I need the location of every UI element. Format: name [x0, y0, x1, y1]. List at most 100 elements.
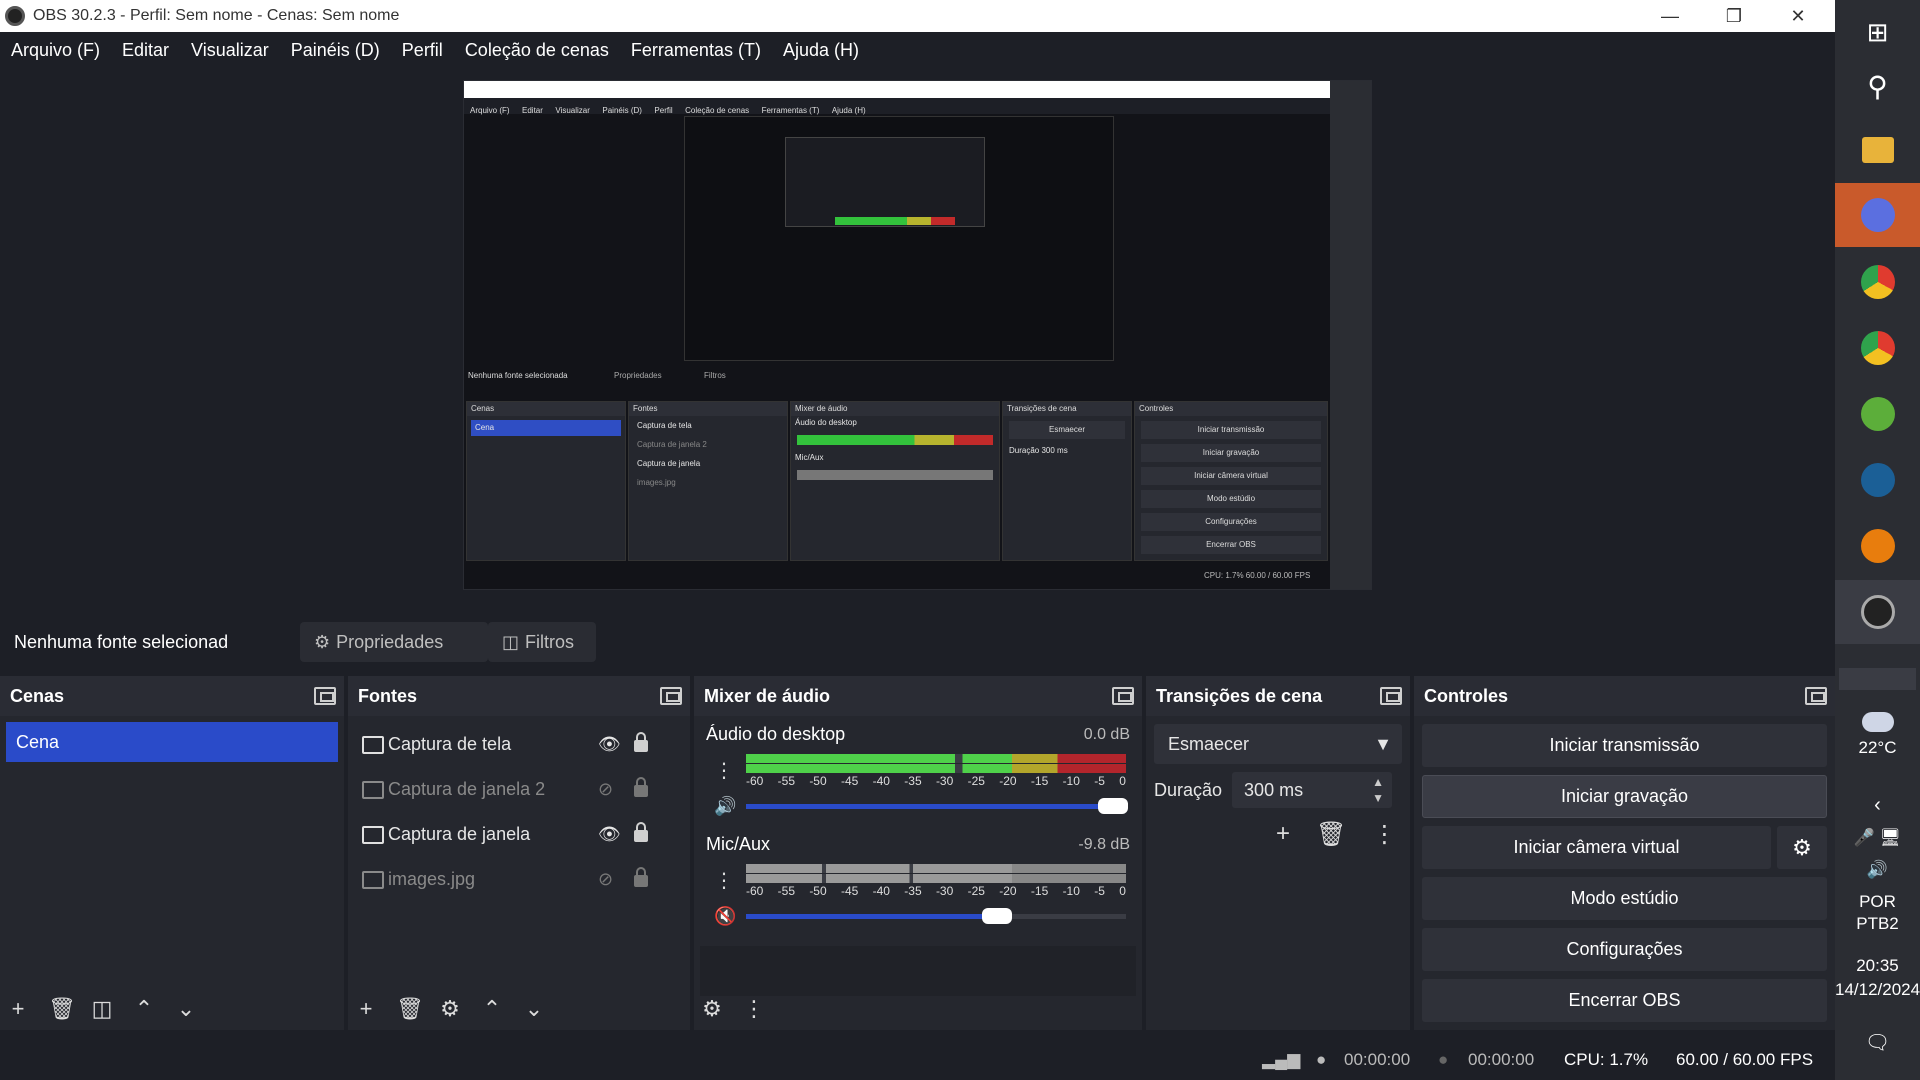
duration-spinbox[interactable]: 300 ms ▲ ▼ [1232, 772, 1393, 808]
eye-icon[interactable]: 👁 [598, 734, 621, 755]
utorrent-icon[interactable] [1835, 382, 1920, 446]
kebab-menu-icon[interactable]: ⋮ [714, 758, 734, 783]
menu-help[interactable]: Ajuda (H) [772, 40, 870, 61]
minimize-button[interactable]: — [1638, 0, 1702, 32]
preview-mini-sources-header: Fontes [629, 402, 787, 416]
preview-mini-transitions-dock: Transições de cena Esmaecer Duração 300 … [1002, 401, 1132, 561]
volume-icon[interactable]: 🔊 [1835, 860, 1920, 880]
source-item[interactable]: images.jpg ⊘ [348, 857, 690, 902]
menu-scene-collection[interactable]: Coleção de cenas [454, 40, 620, 61]
exit-button[interactable]: Encerrar OBS [1422, 979, 1827, 1022]
lock-icon[interactable] [634, 822, 648, 842]
kebab-menu-icon[interactable]: ⋮ [714, 868, 734, 893]
mixer-channel-mic: Mic/Aux -9.8 dB ⋮ -60 -55 -50 -45 -40 -3… [694, 826, 1142, 936]
lock-icon[interactable] [634, 777, 648, 797]
advanced-audio-gear-icon[interactable]: ⚙ [700, 996, 724, 1022]
chevron-left-icon[interactable]: ‹ [1835, 794, 1920, 817]
transitions-title: Transições de cena [1156, 685, 1323, 706]
trash-icon[interactable]: 🗑 [48, 996, 76, 1022]
source-item[interactable]: Captura de janela 2 ⊘ [348, 767, 690, 812]
preview-mini-source: images.jpg [637, 478, 676, 487]
chrome-profile-icon[interactable] [1835, 250, 1920, 314]
speaker-muted-icon[interactable]: 🔇 [714, 906, 736, 927]
taskbar-scroll[interactable] [1839, 668, 1916, 690]
window-icon [362, 825, 384, 844]
chevron-up-icon[interactable]: ⌃ [132, 996, 156, 1022]
steam-icon[interactable] [1835, 448, 1920, 512]
kebab-menu-icon[interactable]: ⋮ [742, 996, 766, 1022]
add-icon[interactable]: + [354, 996, 378, 1022]
restore-button[interactable]: ❐ [1702, 0, 1766, 32]
window-title: OBS 30.2.3 - Perfil: Sem nome - Cenas: S… [33, 7, 400, 24]
language-line1[interactable]: POR [1835, 892, 1920, 912]
gear-icon[interactable]: ⚙ [438, 996, 462, 1022]
source-info-bar [0, 620, 1835, 664]
start-virtual-camera-button[interactable]: Iniciar câmera virtual [1422, 826, 1771, 869]
menu-edit[interactable]: Editar [111, 40, 180, 61]
lock-icon[interactable] [634, 732, 648, 752]
meter-tick: -25 [967, 774, 985, 788]
slider-knob[interactable] [1098, 798, 1128, 814]
menu-file[interactable]: Arquivo (F) [0, 40, 111, 61]
add-icon[interactable]: + [1276, 820, 1290, 849]
undock-icon[interactable] [314, 687, 336, 705]
volume-slider[interactable] [746, 908, 1126, 924]
undock-icon[interactable] [1112, 687, 1134, 705]
preview-mini-menu-item: Arquivo (F) [470, 106, 510, 115]
search-icon[interactable]: ⚲ [1835, 54, 1920, 118]
eye-icon[interactable]: 👁 [598, 824, 621, 845]
blender-icon[interactable] [1835, 514, 1920, 578]
virtual-camera-gear-icon[interactable]: ⚙ [1777, 826, 1827, 869]
source-item[interactable]: Captura de tela 👁 [348, 722, 690, 767]
spin-arrows-icon[interactable]: ▲ ▼ [1372, 774, 1384, 806]
undock-icon[interactable] [660, 687, 682, 705]
tray-icons[interactable]: 🎤 🖥 [1835, 828, 1920, 848]
language-line2[interactable]: PTB2 [1835, 914, 1920, 934]
volume-slider[interactable] [746, 798, 1128, 814]
file-explorer-icon[interactable] [1835, 118, 1920, 182]
trash-icon[interactable]: 🗑 [1316, 820, 1346, 849]
clock-date[interactable]: 14/12/2024 [1835, 980, 1920, 1000]
menu-docks[interactable]: Painéis (D) [280, 40, 391, 61]
undock-icon[interactable] [1380, 687, 1402, 705]
close-button[interactable]: ✕ [1766, 0, 1830, 32]
chrome-icon-2[interactable] [1835, 316, 1920, 380]
undock-icon[interactable] [1805, 687, 1827, 705]
start-streaming-button[interactable]: Iniciar transmissão [1422, 724, 1827, 767]
app-pinned-active-icon[interactable] [1835, 183, 1920, 247]
kebab-menu-icon[interactable]: ⋮ [1372, 820, 1396, 849]
chevron-up-icon[interactable]: ⌃ [480, 996, 504, 1022]
preview-canvas[interactable]: Arquivo (F) Editar Visualizar Painéis (D… [463, 80, 1372, 590]
notification-icon[interactable]: 🗨 [1835, 1030, 1920, 1055]
meter-tick: -25 [967, 884, 985, 898]
settings-button[interactable]: Configurações [1422, 928, 1827, 971]
chevron-down-icon[interactable]: ⌄ [174, 996, 198, 1022]
add-icon[interactable]: + [6, 996, 30, 1022]
scene-item-cena[interactable]: Cena [6, 722, 338, 762]
sources-dock: Fontes Captura de tela 👁 Captura de jane… [348, 676, 692, 1030]
eye-hidden-icon[interactable]: ⊘ [598, 869, 613, 890]
filters-button[interactable]: ◫ Filtros [488, 622, 596, 662]
filter-icon[interactable]: ◫ [90, 996, 114, 1022]
chrome-icon [1860, 331, 1895, 365]
speaker-icon[interactable]: 🔊 [714, 796, 736, 817]
controls-dock-header: Controles [1414, 676, 1835, 716]
source-item[interactable]: Captura de janela 👁 [348, 812, 690, 857]
start-recording-button[interactable]: Iniciar gravação [1422, 775, 1827, 818]
slider-knob[interactable] [982, 908, 1012, 924]
lock-icon[interactable] [634, 867, 648, 887]
trash-icon[interactable]: 🗑 [396, 996, 424, 1022]
properties-button[interactable]: ⚙ Propriedades [300, 622, 488, 662]
transition-select[interactable]: Esmaecer ▼ [1154, 724, 1402, 764]
clock-time[interactable]: 20:35 [1835, 956, 1920, 976]
eye-hidden-icon[interactable]: ⊘ [598, 779, 613, 800]
studio-mode-button[interactable]: Modo estúdio [1422, 877, 1827, 920]
menu-tools[interactable]: Ferramentas (T) [620, 40, 772, 61]
properties-label: Propriedades [336, 631, 444, 652]
preview-mini-menu-item: Visualizar [555, 106, 590, 115]
chevron-down-icon[interactable]: ⌄ [522, 996, 546, 1022]
menu-profile[interactable]: Perfil [391, 40, 454, 61]
menu-view[interactable]: Visualizar [180, 40, 280, 61]
preview-mini-titlebar [464, 81, 1330, 98]
obs-taskbar-icon[interactable] [1835, 580, 1920, 644]
